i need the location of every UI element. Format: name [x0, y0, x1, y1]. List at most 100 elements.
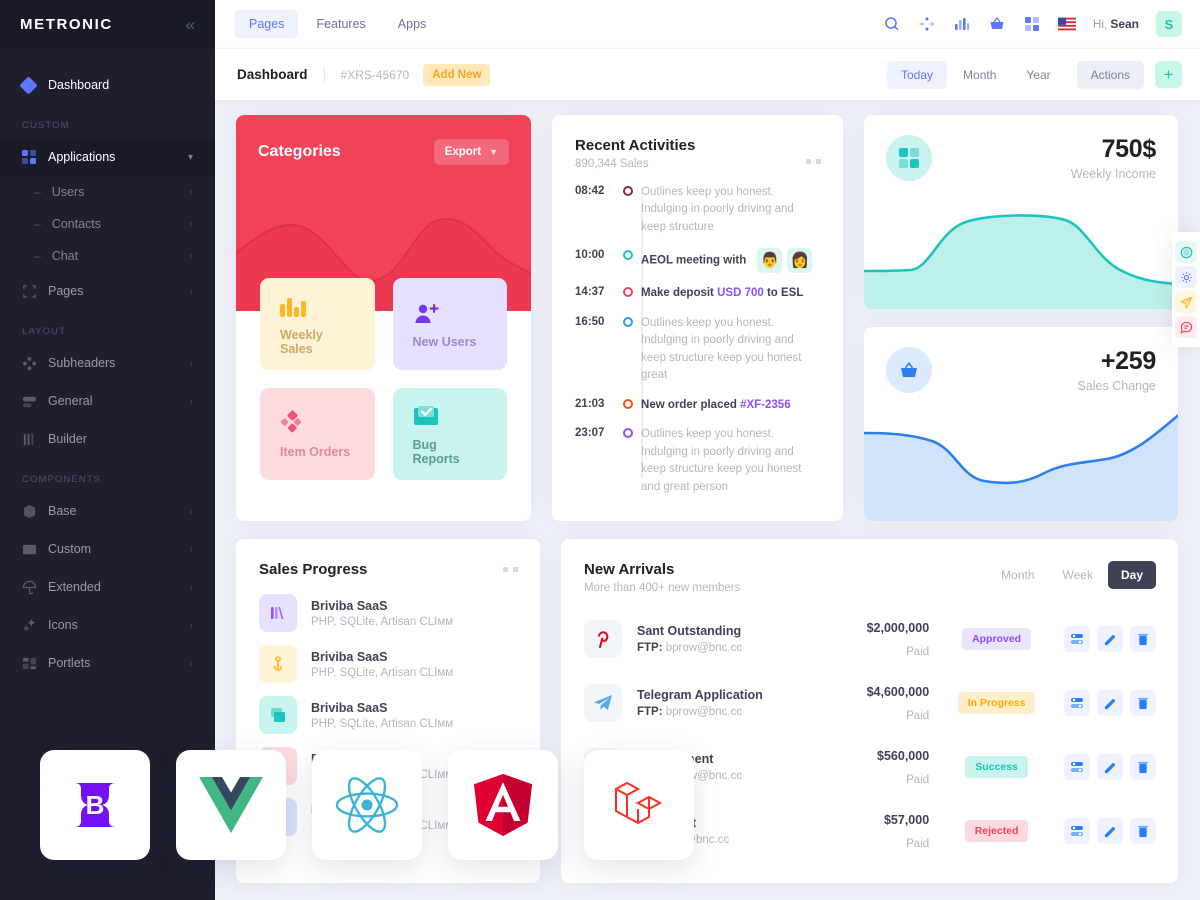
- filter-year[interactable]: Year: [1012, 61, 1064, 89]
- status-badge: Rejected: [964, 820, 1029, 842]
- edit-icon[interactable]: [1097, 754, 1123, 780]
- tab-features[interactable]: Features: [302, 10, 379, 38]
- sidebar-item-label: Pages: [48, 284, 84, 298]
- edit-icon[interactable]: [1097, 626, 1123, 652]
- weekly-income-chart: [863, 199, 1178, 309]
- telegram-icon: [584, 684, 622, 722]
- sidebar-section-layout: LAYOUT: [22, 326, 66, 337]
- send-icon[interactable]: [1175, 291, 1197, 313]
- chevron-right-icon: ›: [189, 581, 193, 593]
- settings-list-icon[interactable]: [1064, 754, 1090, 780]
- sidebar-item-label: Subheaders: [48, 356, 116, 370]
- toggle-icon: [22, 394, 48, 409]
- sidebar-item-base[interactable]: Base ›: [0, 492, 215, 530]
- list-item[interactable]: Briviba SaaS PHP, SQLite, Artisan CLIмм: [259, 594, 518, 632]
- sidebar-item-chat[interactable]: – Chat ›: [0, 240, 215, 272]
- bar-chart-icon[interactable]: [953, 15, 971, 33]
- user-plus-icon: [413, 300, 441, 324]
- react-logo[interactable]: [312, 750, 422, 860]
- frame-icon: [22, 284, 48, 299]
- more-dots-icon[interactable]: [805, 159, 821, 164]
- activity-highlight: #XF-2356: [740, 398, 791, 411]
- sidebar-item-contacts[interactable]: – Contacts ›: [0, 208, 215, 240]
- tile-new-users[interactable]: New Users: [392, 278, 508, 370]
- settings-list-icon[interactable]: [1064, 626, 1090, 652]
- sidebar-item-custom[interactable]: Custom ›: [0, 530, 215, 568]
- sidebar-item-subheaders[interactable]: Subheaders ›: [0, 344, 215, 382]
- sidebar-item-icons[interactable]: Icons ›: [0, 606, 215, 644]
- delete-icon[interactable]: [1130, 626, 1156, 652]
- amount-status: Paid: [906, 709, 930, 722]
- tab-day[interactable]: Day: [1107, 561, 1156, 589]
- edit-icon[interactable]: [1097, 690, 1123, 716]
- row-ftp: FTP: bprow@bnc.cc: [637, 706, 812, 718]
- tile-item-orders[interactable]: Item Orders: [260, 388, 375, 480]
- timeline-marker: [615, 397, 641, 409]
- laravel-logo[interactable]: [584, 750, 694, 860]
- avatar[interactable]: S: [1156, 11, 1182, 37]
- sidebar-item-users[interactable]: – Users ›: [0, 176, 215, 208]
- tile-weekly-sales[interactable]: Weekly Sales: [260, 278, 375, 370]
- grid-icon[interactable]: [1023, 15, 1041, 33]
- delete-icon[interactable]: [1130, 754, 1156, 780]
- delete-icon[interactable]: [1130, 818, 1156, 844]
- basket-icon[interactable]: [988, 15, 1006, 33]
- tile-bug-reports[interactable]: Bug Reports: [392, 388, 508, 480]
- edit-icon[interactable]: [1097, 818, 1123, 844]
- row-actions: [1064, 754, 1156, 780]
- chat-icon[interactable]: [1175, 316, 1197, 338]
- tab-apps[interactable]: Apps: [384, 10, 441, 38]
- timeline-marker: [615, 184, 641, 196]
- add-new-badge[interactable]: Add New: [423, 63, 491, 86]
- cube-icon: [22, 504, 48, 519]
- tile-label: New Users: [412, 334, 477, 349]
- pinterest-icon: [584, 620, 622, 658]
- delete-icon[interactable]: [1130, 690, 1156, 716]
- amount-value: $560,000: [877, 748, 930, 763]
- export-button[interactable]: Export ▼: [433, 139, 510, 165]
- more-dots-icon[interactable]: [503, 567, 518, 572]
- svg-text:B: B: [86, 790, 105, 820]
- vue-logo[interactable]: [176, 750, 286, 860]
- bar-chart-icon: [280, 293, 306, 317]
- tab-month[interactable]: Month: [988, 561, 1047, 589]
- activity-highlight: USD 700: [717, 287, 764, 300]
- sidebar-item-dashboard[interactable]: Dashboard: [0, 66, 215, 104]
- search-icon[interactable]: [883, 15, 901, 33]
- settings-list-icon[interactable]: [1064, 818, 1090, 844]
- sidebar-item-applications[interactable]: Applications ▾: [0, 138, 215, 176]
- list-item[interactable]: Briviba SaaS PHP, SQLite, Artisan CLIмм: [259, 696, 518, 734]
- angular-logo[interactable]: [448, 750, 558, 860]
- bootstrap-logo[interactable]: B: [40, 750, 150, 860]
- droplet-icon[interactable]: [1175, 241, 1197, 263]
- avatar-man-icon: 👨: [757, 248, 783, 274]
- filter-month[interactable]: Month: [949, 61, 1010, 89]
- actions-button[interactable]: Actions: [1076, 60, 1144, 89]
- list-item[interactable]: Briviba SaaS PHP, SQLite, Artisan CLIмм: [259, 645, 518, 683]
- row-actions: [1064, 818, 1156, 844]
- tab-pages[interactable]: Pages: [235, 10, 299, 38]
- diamonds-icon: [280, 410, 304, 434]
- sidebar-item-pages[interactable]: Pages ›: [0, 272, 215, 310]
- settings-list-icon[interactable]: [1064, 690, 1090, 716]
- sidebar-item-general[interactable]: General ›: [0, 382, 215, 420]
- row-title: Telegram Application: [637, 688, 763, 702]
- list-item: 21:03 New order placed #XF-2356: [575, 397, 821, 414]
- filter-today[interactable]: Today: [887, 60, 948, 89]
- tab-week[interactable]: Week: [1050, 561, 1106, 589]
- sidebar-item-builder[interactable]: Builder: [0, 420, 215, 458]
- sidebar-item-portlets[interactable]: Portlets ›: [0, 644, 215, 682]
- grid-icon: [22, 150, 48, 164]
- activity-time: 21:03: [575, 397, 605, 410]
- chevrons-left-icon[interactable]: «: [186, 16, 195, 33]
- amount-status: Paid: [906, 837, 930, 850]
- shapes-icon[interactable]: [918, 15, 936, 33]
- sidebar-item-extended[interactable]: Extended ›: [0, 568, 215, 606]
- plus-icon[interactable]: +: [1155, 61, 1182, 88]
- us-flag-icon[interactable]: [1058, 15, 1077, 33]
- activity-time: 08:42: [575, 185, 605, 197]
- recent-activities-subtitle: 890,344 Sales: [575, 158, 649, 170]
- greeting-prefix: Hi,: [1093, 19, 1108, 31]
- gear-icon[interactable]: [1175, 266, 1197, 288]
- image-icon: [22, 542, 48, 557]
